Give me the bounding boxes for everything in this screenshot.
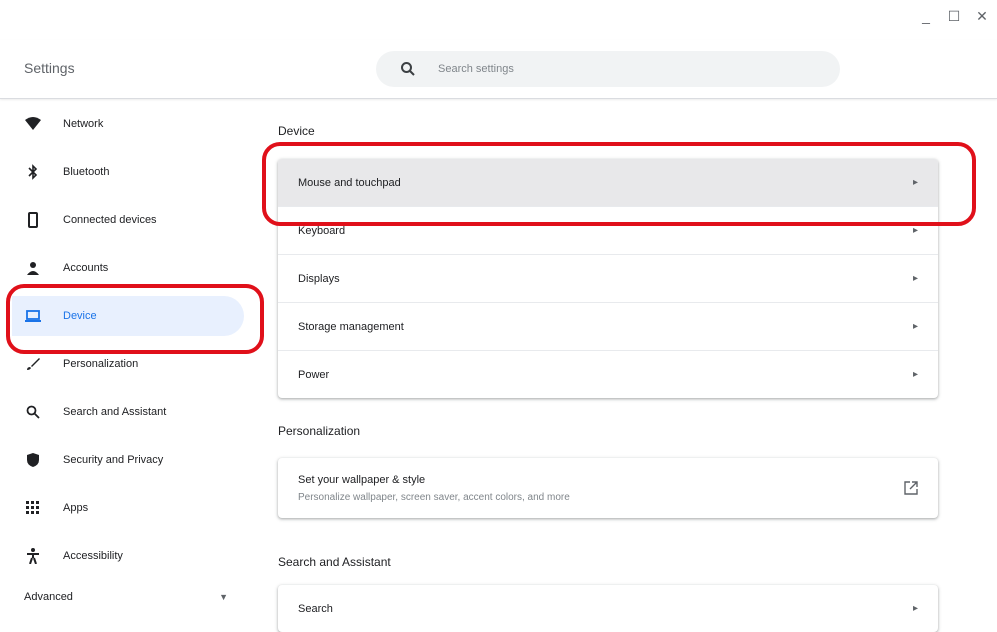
sidebar-item-label: Bluetooth: [63, 166, 110, 178]
sidebar-item-label: Apps: [63, 502, 89, 514]
brush-icon: [25, 356, 41, 372]
maximize-button[interactable]: ☐: [947, 8, 961, 25]
personalization-card: Set your wallpaper & style Personalize w…: [278, 458, 938, 518]
sidebar-item-label: Accounts: [63, 262, 109, 274]
wifi-icon: [25, 116, 41, 132]
row-wallpaper-and-style[interactable]: Set your wallpaper & style Personalize w…: [278, 458, 938, 518]
phone-icon: [25, 212, 41, 228]
row-storage-management[interactable]: Storage management ▸: [278, 302, 938, 350]
sidebar-item-accessibility[interactable]: Accessibility: [12, 536, 244, 576]
search-card: Search ▸: [278, 585, 938, 632]
row-label: Storage management: [298, 320, 404, 333]
app-title: Settings: [24, 60, 75, 76]
person-icon: [25, 260, 41, 276]
row-label: Mouse and touchpad: [298, 176, 401, 189]
row-keyboard[interactable]: Keyboard ▸: [278, 206, 938, 254]
chevron-right-icon: ▸: [912, 369, 918, 380]
advanced-label: Advanced: [24, 591, 73, 603]
close-button[interactable]: ✕: [975, 8, 989, 25]
window-controls: _ ☐ ✕: [919, 8, 989, 25]
row-label: Displays: [298, 272, 340, 285]
laptop-icon: [25, 308, 41, 324]
sidebar-item-personalization[interactable]: Personalization: [12, 344, 244, 384]
search-section-title: Search and Assistant: [278, 555, 391, 569]
sidebar: Network Bluetooth Connected devices Acco…: [0, 100, 260, 610]
wallpaper-subtitle: Personalize wallpaper, screen saver, acc…: [298, 491, 570, 503]
bluetooth-icon: [25, 164, 41, 180]
header: Settings: [0, 40, 997, 99]
sidebar-item-search-and-assistant[interactable]: Search and Assistant: [12, 392, 244, 432]
search-icon: [25, 404, 41, 420]
chevron-right-icon: ▸: [912, 225, 918, 236]
sidebar-item-accounts[interactable]: Accounts: [12, 248, 244, 288]
row-label: Power: [298, 368, 330, 381]
sidebar-item-label: Connected devices: [63, 214, 157, 226]
sidebar-item-security-and-privacy[interactable]: Security and Privacy: [12, 440, 244, 480]
search-input[interactable]: [436, 62, 820, 76]
device-card: Mouse and touchpad ▸ Keyboard ▸ Displays…: [278, 159, 938, 398]
sidebar-item-network[interactable]: Network: [12, 104, 244, 144]
apps-grid-icon: [25, 500, 41, 516]
row-label: Search: [298, 602, 333, 615]
main-content: Device Mouse and touchpad ▸ Keyboard ▸ D…: [260, 100, 997, 632]
sidebar-item-label: Device: [63, 310, 97, 322]
row-power[interactable]: Power ▸: [278, 350, 938, 398]
chevron-right-icon: ▸: [912, 321, 918, 332]
sidebar-advanced-toggle[interactable]: Advanced ▼: [12, 584, 244, 610]
row-mouse-and-touchpad[interactable]: Mouse and touchpad ▸: [278, 159, 938, 206]
search-box[interactable]: [376, 51, 840, 87]
device-section-title: Device: [278, 124, 315, 138]
sidebar-item-label: Network: [63, 118, 104, 130]
chevron-right-icon: ▸: [912, 273, 918, 284]
chevron-down-icon: ▼: [219, 592, 228, 602]
personalization-section-title: Personalization: [278, 424, 361, 438]
row-displays[interactable]: Displays ▸: [278, 254, 938, 302]
row-search[interactable]: Search ▸: [278, 585, 938, 632]
search-icon: [401, 62, 415, 76]
row-label: Keyboard: [298, 224, 346, 237]
shield-icon: [25, 452, 41, 468]
sidebar-item-bluetooth[interactable]: Bluetooth: [12, 152, 244, 192]
sidebar-item-device[interactable]: Device: [12, 296, 244, 336]
minimize-button[interactable]: _: [919, 8, 933, 25]
wallpaper-title: Set your wallpaper & style: [298, 473, 426, 486]
open-external-icon: [904, 481, 918, 495]
sidebar-item-label: Accessibility: [63, 550, 123, 562]
sidebar-item-label: Search and Assistant: [63, 406, 167, 418]
sidebar-item-connected-devices[interactable]: Connected devices: [12, 200, 244, 240]
accessibility-icon: [25, 548, 41, 564]
sidebar-item-apps[interactable]: Apps: [12, 488, 244, 528]
sidebar-item-label: Security and Privacy: [63, 454, 164, 466]
chevron-right-icon: ▸: [912, 177, 918, 188]
chevron-right-icon: ▸: [912, 603, 918, 614]
sidebar-item-label: Personalization: [63, 358, 139, 370]
